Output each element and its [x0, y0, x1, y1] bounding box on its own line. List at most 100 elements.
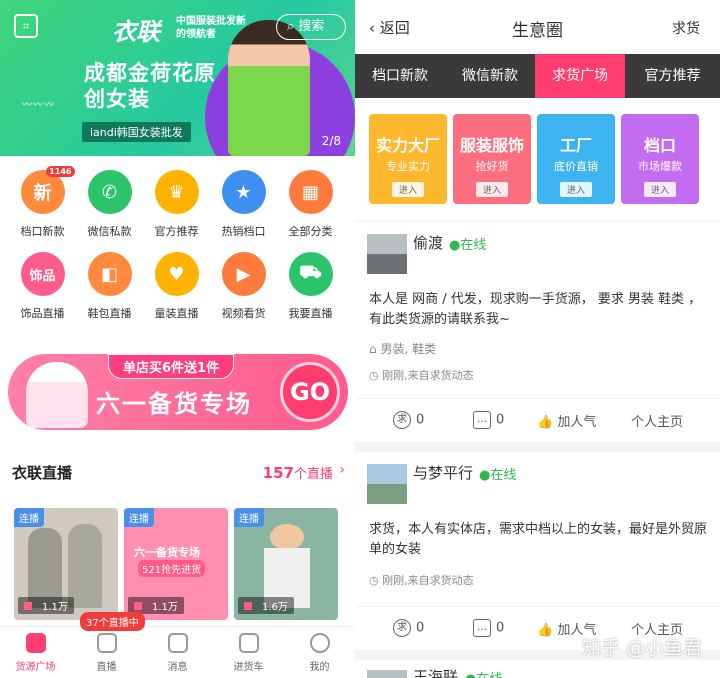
- grid-item-go-live[interactable]: ⛟ 我要直播: [275, 252, 346, 321]
- like-button[interactable]: 👍 加人气: [537, 411, 596, 430]
- crown-icon-glyph: ♛: [168, 181, 185, 203]
- avatar[interactable]: [367, 234, 407, 274]
- tab-stall-new[interactable]: 档口新款: [355, 54, 445, 98]
- tab-official-recommend[interactable]: 官方推荐: [625, 54, 720, 98]
- clock-icon: ◷: [369, 369, 383, 382]
- bag-icon-glyph: ◧: [100, 263, 118, 285]
- live-card[interactable]: 六一备货专场 521抢先进货 连播 1.1万: [124, 508, 228, 620]
- grid-item-video[interactable]: ▶ 视频看货: [208, 252, 279, 321]
- promo-banner[interactable]: 单店买6件送1件 六一备货专场 GO: [8, 354, 348, 430]
- tab-label: 我的: [309, 662, 330, 673]
- grid-item-hot[interactable]: ★ 热销档口: [208, 170, 279, 239]
- comment-count-value: 0: [496, 620, 505, 636]
- count-badge: 1146: [46, 166, 75, 177]
- request-goods-button[interactable]: 求货: [672, 18, 700, 38]
- grid-item-official[interactable]: ♛ 官方推荐: [141, 170, 212, 239]
- accessory-icon: 饰品: [20, 252, 65, 296]
- grid-item-stall-new[interactable]: 新 1146 档口新款: [7, 166, 78, 239]
- grid-item-accessory[interactable]: 饰品 饰品直播: [7, 252, 78, 321]
- category-title: 档口: [643, 136, 676, 155]
- search-label: 搜索: [298, 19, 325, 34]
- profile-link[interactable]: 个人主页: [631, 411, 683, 430]
- accessory-icon-glyph: 饰品: [29, 268, 56, 284]
- tab-source-square[interactable]: 货源广场: [0, 633, 71, 673]
- grid-icon-glyph: ▦: [301, 181, 319, 203]
- category-card-stall[interactable]: 档口 市场爆款 进入: [621, 114, 699, 204]
- tab-strip: 档口新款 微信新款 求货广场 官方推荐: [355, 54, 720, 98]
- post-meta-text: 刚刚,来自求货动态: [382, 574, 474, 587]
- category-card-apparel[interactable]: 服装服饰 抢好货 进入: [453, 114, 531, 204]
- enter-button[interactable]: 进入: [475, 182, 508, 197]
- building-icon: [25, 633, 46, 653]
- thumbs-up-icon: 👍: [537, 415, 558, 430]
- tab-label: 进货车: [233, 662, 264, 673]
- watermark: 知乎 @小鱼君: [581, 637, 702, 659]
- star-badge-icon: ★: [221, 170, 266, 214]
- tag-icon: ⌂: [369, 342, 381, 356]
- card-promo-text: 六一备货专场: [134, 546, 200, 559]
- enter-button[interactable]: 进入: [391, 182, 424, 197]
- card-promo-subtext: 521抢先进货: [138, 560, 206, 577]
- category-title: 工厂: [559, 136, 592, 155]
- grid-item-all[interactable]: ▦ 全部分类: [275, 170, 346, 239]
- logo-slogan: 中国服装批发新的领航者: [176, 16, 246, 40]
- request-count[interactable]: 求0: [393, 619, 424, 637]
- bag-icon: ◧: [87, 252, 132, 296]
- post-tags: ⌂ 男装, 鞋类: [369, 340, 436, 357]
- enter-button[interactable]: 进入: [559, 182, 592, 197]
- grid-label: 档口新款: [20, 225, 65, 238]
- category-cards: 实力大厂 专业实力 进入 服装服饰 抢好货 进入 工厂 底价直销 进入 档口 市…: [355, 98, 720, 220]
- avatar[interactable]: [367, 670, 407, 678]
- new-icon: 新 1146: [20, 166, 75, 214]
- request-icon: 求: [393, 619, 411, 637]
- banner-headline: 成都金荷花原创女装: [84, 61, 216, 111]
- grid-label: 我要直播: [288, 307, 333, 320]
- comment-button[interactable]: … 0: [473, 619, 504, 637]
- tab-cart[interactable]: 进货车: [213, 633, 284, 673]
- username[interactable]: 与梦平行: [413, 462, 473, 483]
- live-section-header: 衣联直播 157个直播 ›: [0, 460, 355, 484]
- grid-label: 童装直播: [154, 307, 199, 320]
- wave-decoration: 〰〰〰: [22, 100, 55, 111]
- chevron-right-icon[interactable]: ›: [339, 462, 345, 478]
- category-title: 服装服饰: [459, 136, 524, 155]
- username[interactable]: 偷渡: [413, 232, 443, 253]
- model-figure: [28, 528, 62, 608]
- online-status: ●在线: [479, 468, 517, 483]
- truck-icon: ⛟: [288, 252, 333, 296]
- request-count[interactable]: 求0: [393, 411, 424, 429]
- category-card-workshop[interactable]: 工厂 底价直销 进入: [537, 114, 615, 204]
- avatar[interactable]: [367, 464, 407, 504]
- view-count-value: 1.1万: [152, 602, 178, 613]
- grid-item-shoes-bags[interactable]: ◧ 鞋包直播: [74, 252, 145, 321]
- tab-messages[interactable]: 消息: [142, 633, 213, 673]
- grid-item-wechat[interactable]: ✆ 微信私款: [74, 170, 145, 239]
- live-card[interactable]: 连播 1.1万: [14, 508, 118, 620]
- scan-icon[interactable]: ⌗: [14, 14, 38, 38]
- username[interactable]: 王海联: [413, 666, 458, 678]
- live-card[interactable]: 连播 1.6万: [234, 508, 338, 620]
- view-count-value: 1.6万: [262, 602, 288, 613]
- tab-request-square[interactable]: 求货广场: [535, 54, 625, 98]
- top-banner[interactable]: ⌗ 衣联 中国服装批发新的领航者 ⌕ 搜索 成都金荷花原创女装 〰〰〰 iand…: [0, 0, 355, 156]
- live-count[interactable]: 157个直播: [263, 463, 333, 482]
- tab-wechat-new[interactable]: 微信新款: [445, 54, 535, 98]
- tv-icon: [96, 633, 117, 653]
- comment-button[interactable]: … 0: [473, 411, 504, 429]
- stats-icon: [134, 602, 142, 610]
- post-meta: ◷ 刚刚,来自求货动态: [369, 572, 474, 588]
- category-title: 实力大厂: [375, 136, 440, 155]
- category-card-factory[interactable]: 实力大厂 专业实力 进入: [369, 114, 447, 204]
- stats-icon: [244, 602, 252, 610]
- enter-button[interactable]: 进入: [643, 182, 676, 197]
- search-button[interactable]: ⌕ 搜索: [276, 14, 346, 40]
- request-count-value: 0: [416, 412, 425, 428]
- go-button[interactable]: GO: [280, 362, 340, 422]
- grid-item-kids[interactable]: ♥ 童装直播: [141, 252, 212, 321]
- post-meta: ◷ 刚刚,来自求货动态: [369, 367, 474, 383]
- tab-me[interactable]: 我的: [284, 633, 355, 673]
- tab-live[interactable]: 直播: [71, 633, 142, 673]
- back-button[interactable]: ‹ 返回: [369, 17, 410, 38]
- child-head: [270, 524, 304, 550]
- truck-icon-glyph: ⛟: [299, 262, 322, 283]
